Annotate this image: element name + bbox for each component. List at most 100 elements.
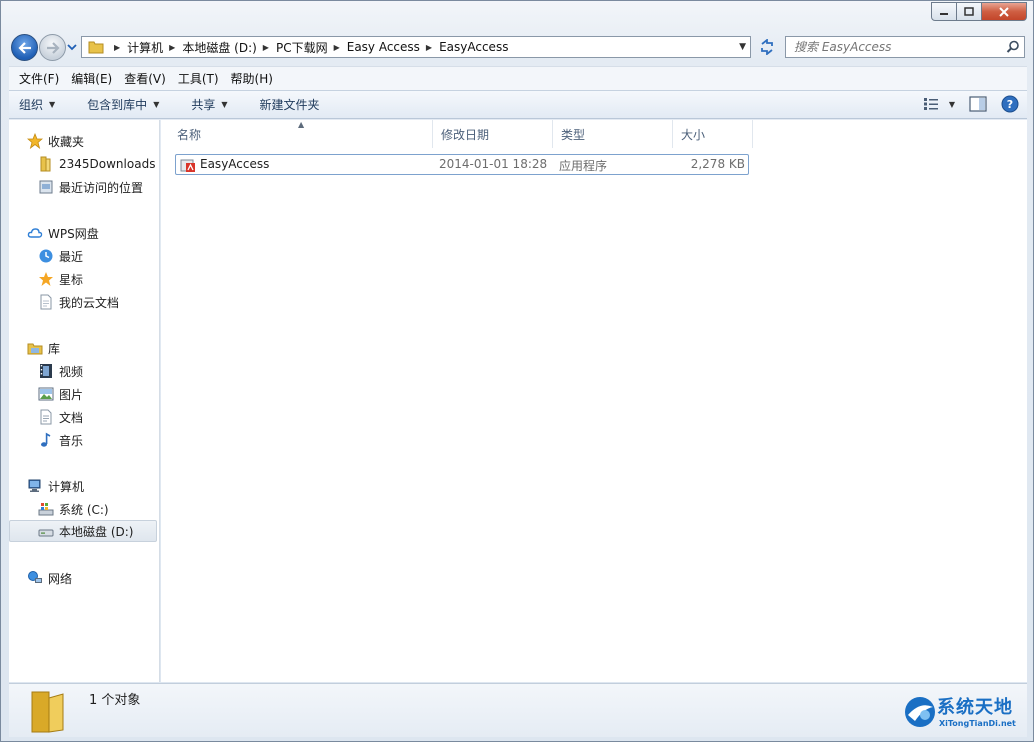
- chevron-down-icon: ▼: [153, 100, 160, 109]
- film-icon: [40, 364, 52, 378]
- refresh-button[interactable]: [755, 36, 779, 58]
- file-name: EasyAccess: [200, 157, 270, 171]
- address-bar[interactable]: ▶ 计算机 ▶ 本地磁盘 (D:) ▶ PC下载网 ▶ Easy Access …: [81, 36, 751, 58]
- computer-icon: [28, 479, 41, 492]
- breadcrumb-easyaccess[interactable]: EasyAccess: [439, 40, 508, 54]
- menu-view[interactable]: 查看(V): [118, 70, 172, 87]
- close-button[interactable]: [982, 2, 1027, 21]
- watermark-subtitle: XiTongTianDi.net: [939, 719, 1016, 728]
- column-header-modified[interactable]: 修改日期: [433, 120, 553, 148]
- column-name-label: 名称: [177, 127, 202, 142]
- nav-computer-label: 计算机: [48, 479, 85, 494]
- nav-wps-docs-label: 我的云文档: [59, 295, 120, 310]
- back-button[interactable]: [11, 34, 38, 61]
- explorer-window: ▶ 计算机 ▶ 本地磁盘 (D:) ▶ PC下载网 ▶ Easy Access …: [0, 0, 1034, 742]
- include-in-library-button[interactable]: 包含到库中 ▼: [77, 96, 169, 113]
- chevron-right-icon[interactable]: ▶: [334, 43, 340, 52]
- search-input[interactable]: [786, 40, 996, 54]
- nav-recent-places[interactable]: 最近访问的位置: [38, 176, 143, 198]
- nav-music[interactable]: 音乐: [38, 429, 83, 451]
- clock-icon: [39, 249, 53, 263]
- column-header-size[interactable]: 大小: [673, 120, 753, 148]
- nav-libraries[interactable]: 库: [27, 337, 60, 359]
- nav-videos[interactable]: 视频: [38, 360, 83, 382]
- preview-pane-icon[interactable]: [969, 96, 987, 112]
- menu-file[interactable]: 文件(F): [13, 70, 65, 87]
- column-size-label: 大小: [681, 127, 706, 142]
- minimize-button[interactable]: [931, 2, 957, 21]
- chevron-right-icon[interactable]: ▶: [114, 43, 120, 52]
- column-header-name[interactable]: 名称: [169, 120, 433, 148]
- help-icon[interactable]: ?: [1001, 95, 1019, 113]
- nav-wps-starred[interactable]: 星标: [38, 268, 83, 290]
- refresh-icon: [761, 39, 773, 55]
- include-library-label: 包含到库中: [87, 98, 148, 112]
- chevron-right-icon[interactable]: ▶: [169, 43, 175, 52]
- caption-buttons: [931, 2, 1027, 21]
- organize-button[interactable]: 组织 ▼: [9, 96, 65, 113]
- navigation-bar: ▶ 计算机 ▶ 本地磁盘 (D:) ▶ PC下载网 ▶ Easy Access …: [9, 31, 1027, 61]
- nav-wps-docs[interactable]: 我的云文档: [38, 291, 119, 313]
- folder-icon: [40, 156, 51, 172]
- share-button[interactable]: 共享 ▼: [181, 96, 237, 113]
- nav-wps-cloud-label: WPS网盘: [48, 226, 99, 241]
- menu-tools[interactable]: 工具(T): [172, 70, 225, 87]
- network-icon: [28, 571, 42, 583]
- nav-favorites-label: 收藏夹: [48, 134, 85, 149]
- hard-drive-icon: [38, 529, 54, 537]
- chevron-down-icon: ▼: [49, 100, 56, 109]
- forward-button[interactable]: [39, 34, 66, 61]
- arrow-right-icon: [46, 41, 60, 54]
- menu-edit[interactable]: 编辑(E): [65, 70, 118, 87]
- menu-help[interactable]: 帮助(H): [225, 70, 279, 87]
- minimize-icon: [940, 12, 948, 15]
- nav-pictures[interactable]: 图片: [38, 383, 83, 405]
- folder-icon: [88, 41, 104, 54]
- address-dropdown-icon[interactable]: ▼: [739, 42, 746, 52]
- nav-favorites[interactable]: 收藏夹: [27, 130, 84, 152]
- breadcrumb-easy-access[interactable]: Easy Access: [347, 40, 420, 54]
- nav-music-label: 音乐: [59, 433, 84, 448]
- nav-wps-cloud[interactable]: WPS网盘: [27, 222, 99, 244]
- search-icon[interactable]: [1006, 40, 1020, 54]
- item-count: 1 个对象: [89, 693, 141, 708]
- nav-network[interactable]: 网络: [27, 567, 72, 589]
- file-list: ▲ 名称 修改日期 类型 大小 EasyAccess 2014-01-01 18…: [161, 120, 1027, 682]
- chevron-right-icon[interactable]: ▶: [263, 43, 269, 52]
- breadcrumb-pc-download[interactable]: PC下载网: [276, 39, 328, 56]
- nav-drive-c[interactable]: 系统 (C:): [38, 498, 109, 520]
- search-box[interactable]: [785, 36, 1025, 58]
- new-folder-button[interactable]: 新建文件夹: [250, 96, 330, 113]
- maximize-icon: [964, 6, 974, 16]
- column-modified-label: 修改日期: [441, 127, 490, 142]
- nav-wps-recent[interactable]: 最近: [38, 245, 83, 267]
- menu-bar: 文件(F) 编辑(E) 查看(V) 工具(T) 帮助(H): [9, 66, 1027, 90]
- column-type-label: 类型: [561, 127, 586, 142]
- nav-documents[interactable]: 文档: [38, 406, 83, 428]
- watermark-title: 系统天地: [937, 697, 1013, 718]
- maximize-button[interactable]: [957, 2, 982, 21]
- nav-drive-c-label: 系统 (C:): [59, 502, 109, 517]
- command-bar: 组织 ▼ 包含到库中 ▼ 共享 ▼ 新建文件夹 ▼ ?: [9, 90, 1027, 119]
- nav-2345downloads[interactable]: 2345Downloads: [38, 153, 155, 175]
- details-pane: 1 个对象 系统天地 XiTongTianDi.net: [9, 683, 1027, 737]
- recent-pages-dropdown-icon[interactable]: [67, 42, 77, 52]
- column-header-type[interactable]: 类型: [553, 120, 673, 148]
- chevron-right-icon[interactable]: ▶: [426, 43, 432, 52]
- change-view-button[interactable]: ▼: [923, 97, 955, 111]
- breadcrumb-drive-d[interactable]: 本地磁盘 (D:): [182, 39, 256, 56]
- nav-videos-label: 视频: [59, 364, 84, 379]
- arrow-left-icon: [17, 41, 31, 54]
- picture-icon: [38, 387, 54, 401]
- nav-drive-d[interactable]: 本地磁盘 (D:): [9, 520, 157, 542]
- nav-computer[interactable]: 计算机: [27, 475, 84, 497]
- chevron-down-icon: ▼: [221, 100, 228, 109]
- document-icon: [40, 294, 52, 310]
- document-icon: [40, 409, 52, 425]
- star-icon: [39, 272, 53, 286]
- breadcrumb-computer[interactable]: 计算机: [127, 39, 163, 56]
- organize-label: 组织: [19, 98, 44, 112]
- folder-icon: [31, 691, 64, 733]
- new-folder-label: 新建文件夹: [259, 98, 320, 112]
- table-row[interactable]: EasyAccess 2014-01-01 18:28 应用程序 2,278 K…: [175, 154, 749, 175]
